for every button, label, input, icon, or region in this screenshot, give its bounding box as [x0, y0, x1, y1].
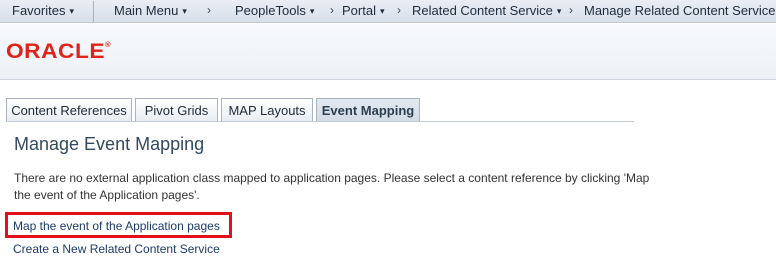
tab-map-layouts[interactable]: MAP Layouts [221, 98, 313, 121]
breadcrumb-arrow-icon: › [207, 3, 211, 17]
nav-manage-related-content-service-label: Manage Related Content Service [584, 3, 776, 18]
nav-peopletools[interactable]: PeopleTools ▾ [235, 3, 314, 18]
tab-divider [6, 121, 634, 122]
tab-content-references[interactable]: Content References [6, 98, 132, 121]
logo-text: ORACLE [6, 40, 106, 63]
tab-pivot-grids[interactable]: Pivot Grids [135, 98, 218, 121]
breadcrumb-arrow-icon: › [569, 3, 573, 17]
nav-manage-related-content-service[interactable]: Manage Related Content Service [584, 3, 776, 18]
top-navigation-bar: Favorites ▾ Main Menu ▾ › PeopleTools ▾ › P… [0, 0, 776, 23]
chevron-down-icon: ▾ [309, 6, 315, 16]
chevron-down-icon: ▾ [379, 6, 385, 16]
tab-event-mapping[interactable]: Event Mapping [316, 98, 420, 121]
breadcrumb-arrow-icon: › [330, 3, 334, 17]
create-related-content-service-link[interactable]: Create a New Related Content Service [13, 242, 220, 256]
oracle-logo: ORACLE® [6, 40, 111, 64]
nav-favorites[interactable]: Favorites ▾ [12, 3, 74, 18]
chevron-down-icon: ▾ [69, 6, 74, 16]
registered-mark: ® [105, 42, 112, 49]
nav-main-menu-label: Main Menu [114, 3, 179, 18]
branding-banner: ORACLE® [0, 24, 776, 80]
page-title: Manage Event Mapping [14, 134, 205, 154]
nav-portal[interactable]: Portal ▾ [342, 3, 385, 18]
chevron-down-icon: ▾ [556, 6, 562, 16]
nav-peopletools-label: PeopleTools [235, 3, 306, 18]
nav-main-menu[interactable]: Main Menu ▾ [114, 3, 187, 18]
chevron-down-icon: ▾ [182, 6, 187, 16]
nav-portal-label: Portal [342, 3, 376, 18]
nav-divider [93, 1, 94, 22]
nav-favorites-label: Favorites [12, 3, 66, 18]
nav-related-content-service[interactable]: Related Content Service ▾ [412, 3, 561, 18]
info-message: There are no external application class … [14, 171, 650, 202]
breadcrumb-arrow-icon: › [397, 3, 401, 17]
map-event-link[interactable]: Map the event of the Application pages [13, 219, 220, 233]
nav-related-content-service-label: Related Content Service [412, 3, 553, 18]
